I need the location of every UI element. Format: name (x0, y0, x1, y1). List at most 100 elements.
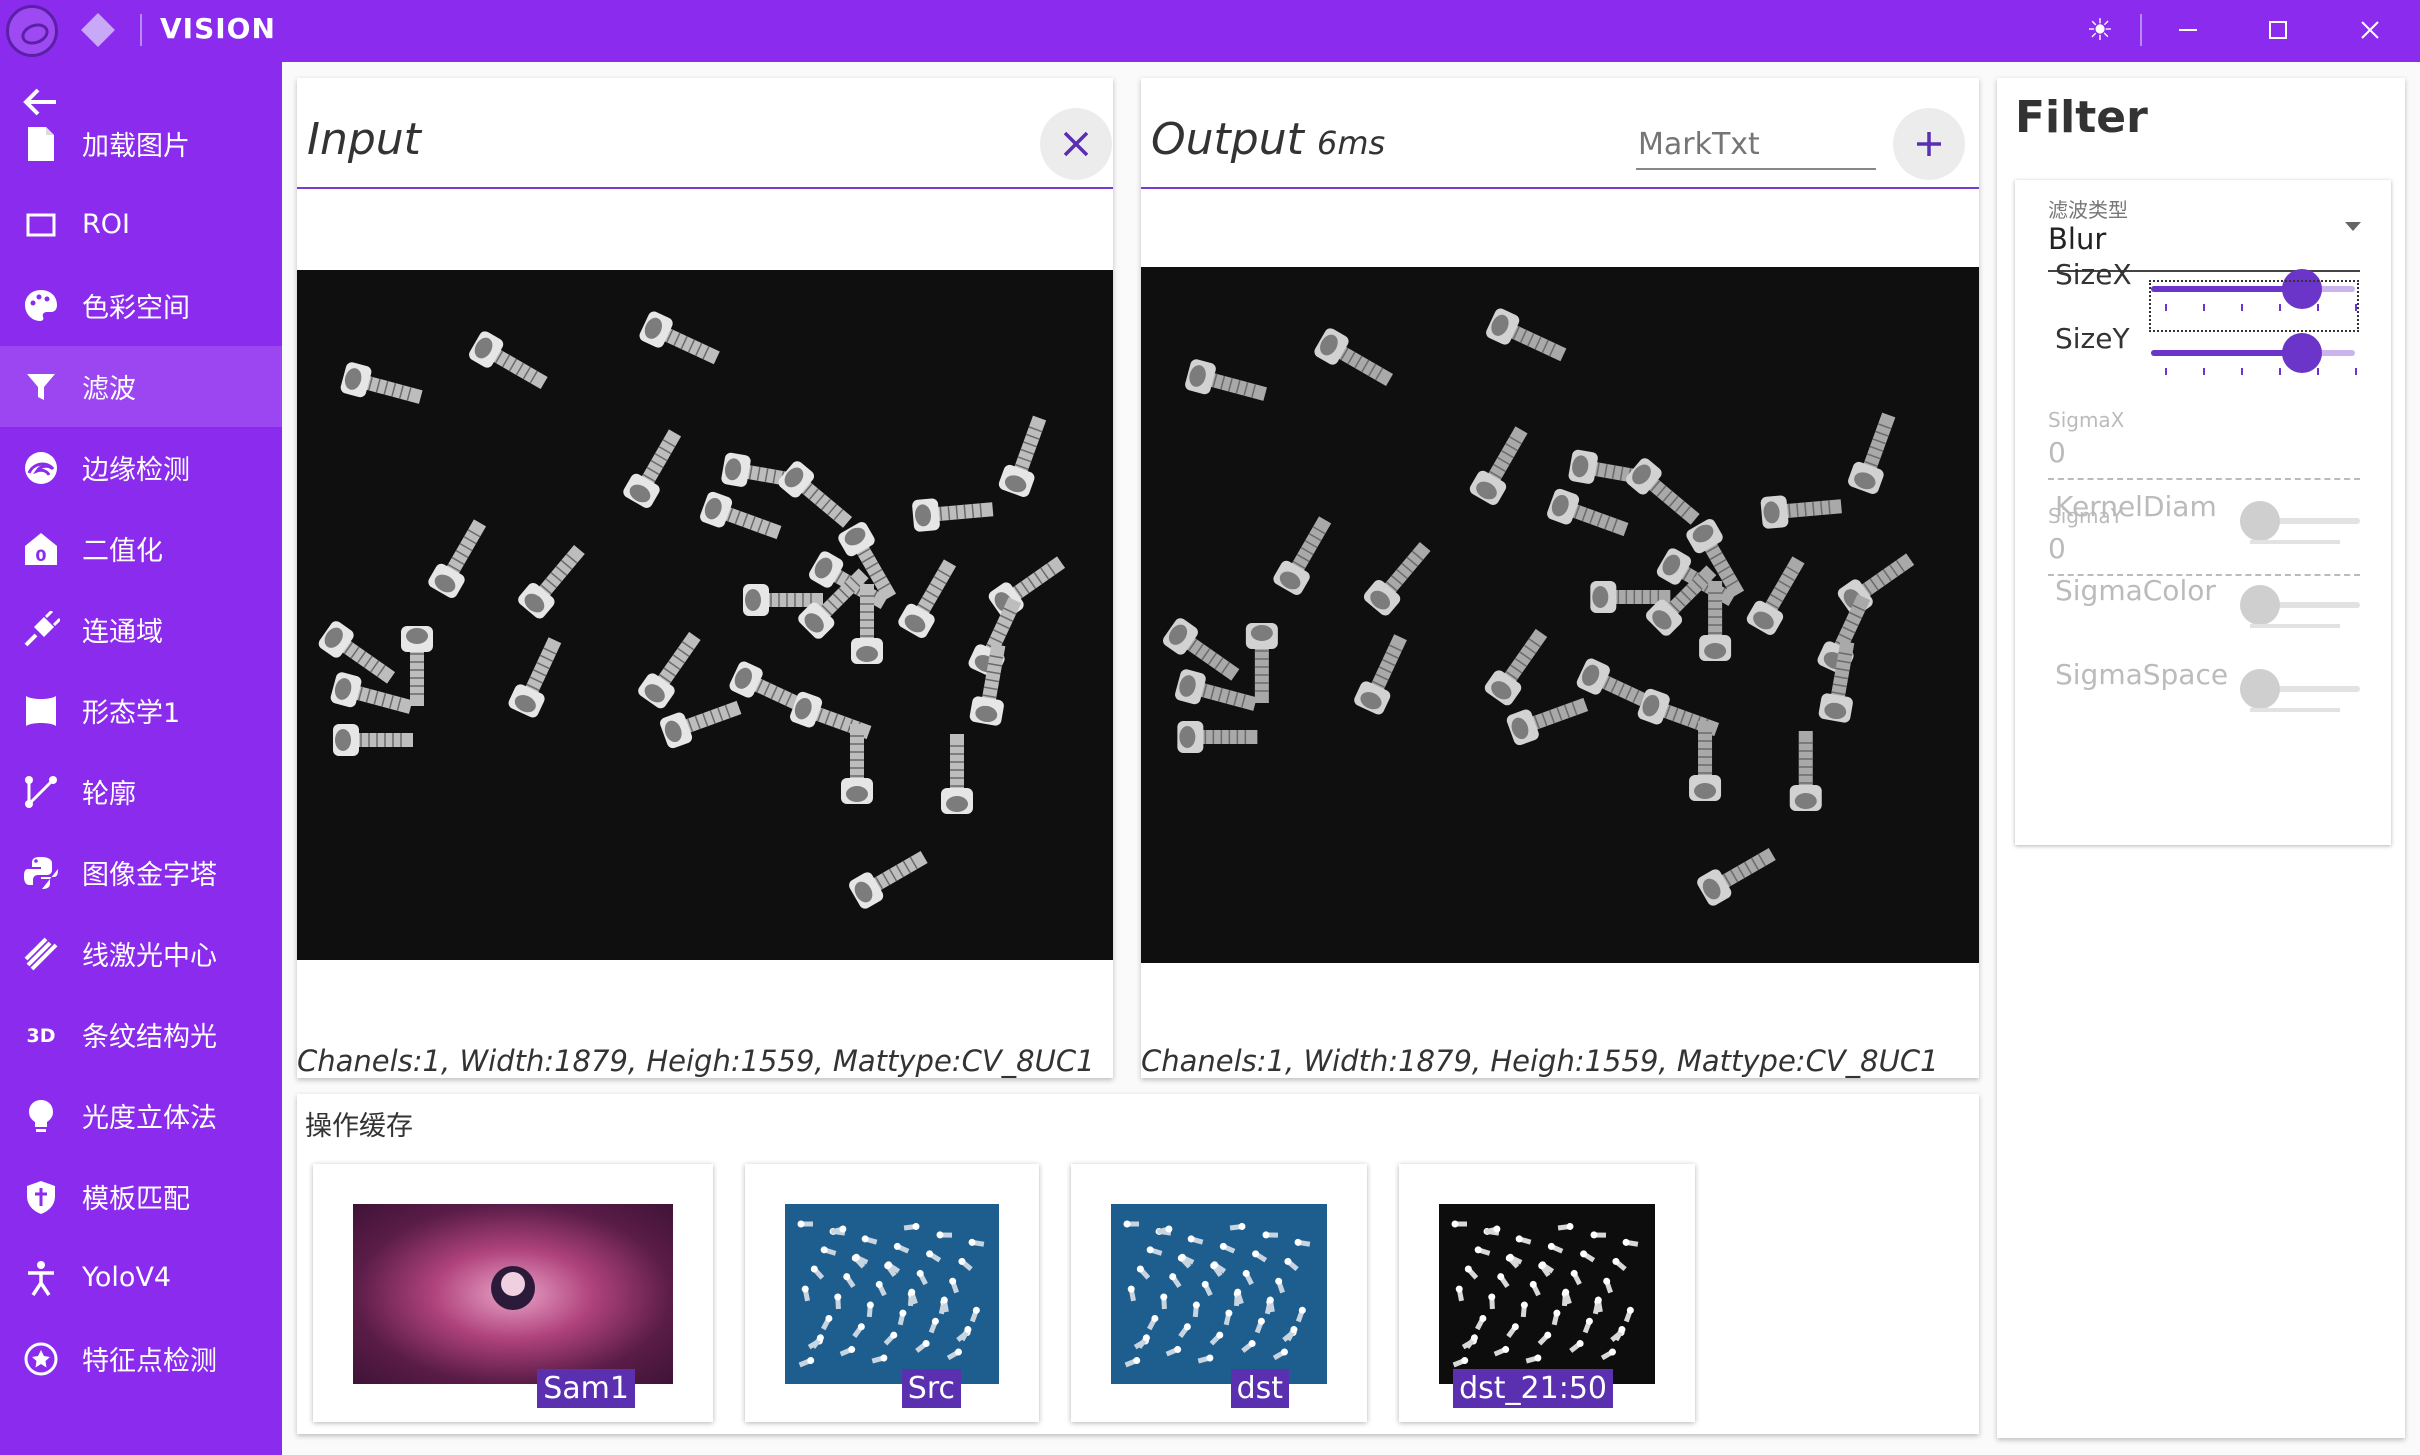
input-image[interactable] (297, 270, 1113, 960)
star-circle-icon (20, 1338, 62, 1380)
input-title: Input (307, 114, 421, 165)
sidebar-item-label: 光度立体法 (82, 1103, 217, 1134)
dropdown-arrow-icon (2345, 222, 2361, 231)
sidebar-item-3[interactable]: 滤波 (0, 346, 282, 427)
sidebar: 加载图片 ROI 色彩空间滤波边缘检测 0 二值化连通域形态学1 轮廓图像金字塔线激光中心… (0, 62, 282, 1455)
output-info: Chanels:1, Width:1879, Heigh:1559, Matty… (1141, 1044, 1939, 1078)
output-header: Output 6ms (1141, 78, 1979, 189)
input-panel: Input Chanels:1, Width:1879, Heigh:1559,… (297, 78, 1113, 1078)
cache-item[interactable]: Sam1 (313, 1164, 713, 1422)
cache-thumbnail (353, 1204, 673, 1384)
sidebar-item-label: 二值化 (82, 536, 163, 567)
slider-label: SizeY (2055, 322, 2130, 355)
bulb-icon (20, 1095, 62, 1137)
python-icon (20, 852, 62, 894)
filter-type-value: Blur (2048, 222, 2107, 256)
binary-icon: 0 (20, 528, 62, 570)
add-button[interactable] (1893, 108, 1965, 180)
sidebar-item-label: 轮廓 (82, 779, 136, 810)
sidebar-item-label: 色彩空间 (82, 293, 190, 324)
rectangle-icon (20, 204, 62, 246)
close-input-button[interactable] (1040, 108, 1112, 180)
title-separator-right (2140, 14, 2142, 46)
close-window-icon[interactable] (2348, 8, 2392, 52)
sidebar-item-label: 边缘检测 (82, 455, 190, 486)
file-icon (20, 123, 62, 165)
contour-icon (20, 771, 62, 813)
plus-icon (1917, 132, 1941, 156)
sidebar-item-label: 线激光中心 (82, 941, 217, 972)
sidebar-item-label: YoloV4 (82, 1262, 172, 1293)
sidebar-item-label: 条纹结构光 (82, 1022, 217, 1053)
sidebar-item-13[interactable]: 模板匹配 (0, 1156, 282, 1237)
sidebar-item-14[interactable]: YoloV4 (0, 1237, 282, 1318)
cache-panel: 操作缓存 Sam1 Src dst dst_21:50 (297, 1094, 1979, 1434)
title-separator (140, 14, 142, 46)
slider-thumb[interactable] (2281, 333, 2322, 373)
sidebar-item-2[interactable]: 色彩空间 (0, 265, 282, 346)
cache-thumbnail (1111, 1204, 1327, 1384)
palette-icon (20, 285, 62, 327)
sidebar-item-label: 连通域 (82, 617, 163, 648)
output-panel: Output 6ms Chanels:1, Width:1879, Heigh:… (1141, 78, 1979, 1078)
sidebar-item-15[interactable]: 特征点检测 (0, 1318, 282, 1399)
sigma-x-caption: SigmaX (2048, 408, 2125, 432)
sidebar-item-5[interactable]: 0 二值化 (0, 508, 282, 589)
cache-label: dst_21:50 (1453, 1369, 1613, 1408)
sidebar-item-12[interactable]: 光度立体法 (0, 1075, 282, 1156)
cache-title: 操作缓存 (305, 1111, 413, 1142)
maximize-icon[interactable] (2256, 8, 2300, 52)
person-icon (20, 1257, 62, 1299)
svg-text:0: 0 (35, 546, 46, 565)
sidebar-item-label: 特征点检测 (82, 1346, 217, 1377)
sidebar-item-1[interactable]: ROI (0, 184, 282, 265)
sidebar-item-11[interactable]: 3D 条纹结构光 (0, 994, 282, 1075)
slider-thumb[interactable] (2240, 501, 2280, 541)
processing-time: 6ms (1317, 124, 1386, 162)
minimize-icon[interactable] (2166, 8, 2210, 52)
cache-item[interactable]: dst (1071, 1164, 1367, 1422)
sidebar-item-label: 加载图片 (82, 131, 190, 162)
filter-panel: Filter 滤波类型 Blur SizeX SizeY KernelDiam Sig… (1997, 78, 2405, 1438)
cache-item[interactable]: dst_21:50 (1399, 1164, 1695, 1422)
sigma-y-field[interactable]: 0 (2048, 532, 2066, 565)
mark-text-input[interactable] (1636, 124, 1876, 170)
main-area: Input Chanels:1, Width:1879, Heigh:1559,… (282, 62, 2420, 1455)
input-info: Chanels:1, Width:1879, Heigh:1559, Matty… (297, 1044, 1095, 1078)
sidebar-item-label: 滤波 (82, 374, 136, 405)
sidebar-item-0[interactable]: 加载图片 (0, 103, 282, 184)
filter-icon (20, 366, 62, 408)
sidebar-item-10[interactable]: 线激光中心 (0, 913, 282, 994)
sidebar-item-label: 图像金字塔 (82, 860, 217, 891)
title-bar: VISION ☀ (0, 0, 2420, 62)
sidebar-item-4[interactable]: 边缘检测 (0, 427, 282, 508)
slider-thumb[interactable] (2240, 585, 2280, 625)
morph-icon (20, 690, 62, 732)
3d-icon: 3D (20, 1014, 62, 1056)
slider-thumb[interactable] (2240, 669, 2280, 709)
sidebar-item-label: 模板匹配 (82, 1184, 190, 1215)
sidebar-item-6[interactable]: 连通域 (0, 589, 282, 670)
filter-title: Filter (2015, 92, 2148, 143)
cache-label: Src (901, 1369, 961, 1408)
laser-icon (20, 933, 62, 975)
cache-label: dst (1230, 1369, 1289, 1408)
sidebar-item-9[interactable]: 图像金字塔 (0, 832, 282, 913)
app-title: VISION (160, 12, 276, 45)
diamond-icon (81, 13, 115, 47)
cache-label: Sam1 (537, 1369, 635, 1408)
sigma-x-field[interactable]: 0 (2048, 436, 2066, 469)
theme-toggle-icon[interactable]: ☀ (2078, 8, 2122, 52)
slider-label: SizeX (2055, 258, 2132, 291)
app-logo-icon (6, 5, 58, 57)
output-image[interactable] (1141, 267, 1979, 963)
filter-settings: 滤波类型 Blur SizeX SizeY KernelDiam SigmaColor… (2015, 180, 2391, 845)
cache-thumbnail (1439, 1204, 1655, 1384)
cache-item[interactable]: Src (745, 1164, 1039, 1422)
plug-icon (20, 609, 62, 651)
sidebar-item-7[interactable]: 形态学1 (0, 670, 282, 751)
sidebar-item-label: 形态学1 (82, 698, 181, 729)
sigma-y-caption: SigmaY (2048, 504, 2123, 528)
sidebar-item-8[interactable]: 轮廓 (0, 751, 282, 832)
input-header: Input (297, 78, 1113, 189)
